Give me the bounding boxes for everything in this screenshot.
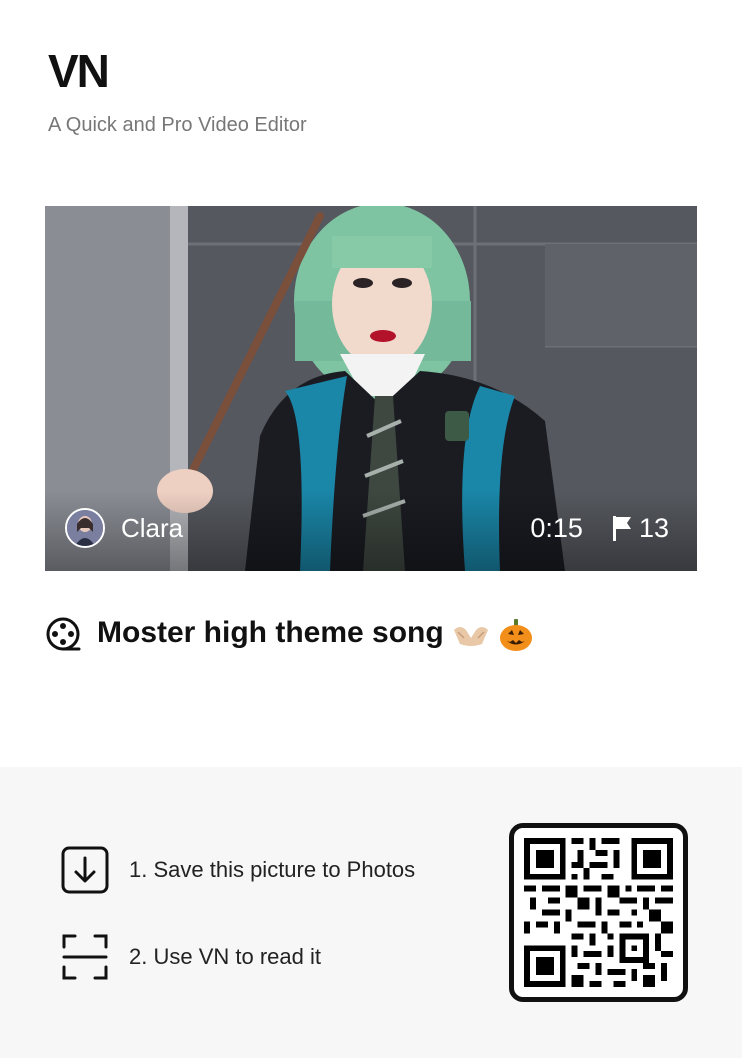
video-title: Moster high theme song	[97, 615, 534, 652]
step-1-label: 1. Save this picture to Photos	[129, 857, 416, 882]
brand-header: VN A Quick and Pro Video Editor	[48, 48, 307, 137]
film-reel-icon	[46, 617, 81, 651]
step-2-label: 2. Use VN to read it	[129, 944, 321, 969]
jack-o-lantern-icon	[500, 618, 533, 651]
flag-icon	[612, 516, 631, 541]
step-save-picture: 1. Save this picture to Photos	[61, 846, 415, 894]
video-duration: 0:15	[530, 513, 583, 543]
scan-icon	[62, 934, 108, 980]
avatar[interactable]	[65, 508, 105, 548]
video-thumbnail-card[interactable]: Clara 0:15 13	[45, 206, 697, 571]
qr-code	[509, 823, 688, 1002]
flag-count: 13	[638, 513, 669, 543]
video-title-text: Moster high theme song	[97, 616, 444, 650]
brand-tagline: A Quick and Pro Video Editor	[48, 114, 307, 136]
video-stats: 0:15 13	[530, 510, 669, 546]
video-title-row: Moster high theme song	[45, 614, 534, 654]
vn-logo: VN	[48, 45, 110, 97]
qr-code-pattern	[524, 838, 673, 987]
step-use-vn: 2. Use VN to read it	[61, 933, 321, 981]
download-icon	[61, 846, 109, 894]
palms-up-together-icon	[454, 626, 489, 646]
instructions-panel: 1. Save this picture to Photos 2. Use VN…	[0, 767, 742, 1058]
avatar-image	[67, 510, 103, 546]
author-name[interactable]: Clara	[121, 513, 183, 543]
author-info[interactable]: Clara	[65, 506, 183, 550]
